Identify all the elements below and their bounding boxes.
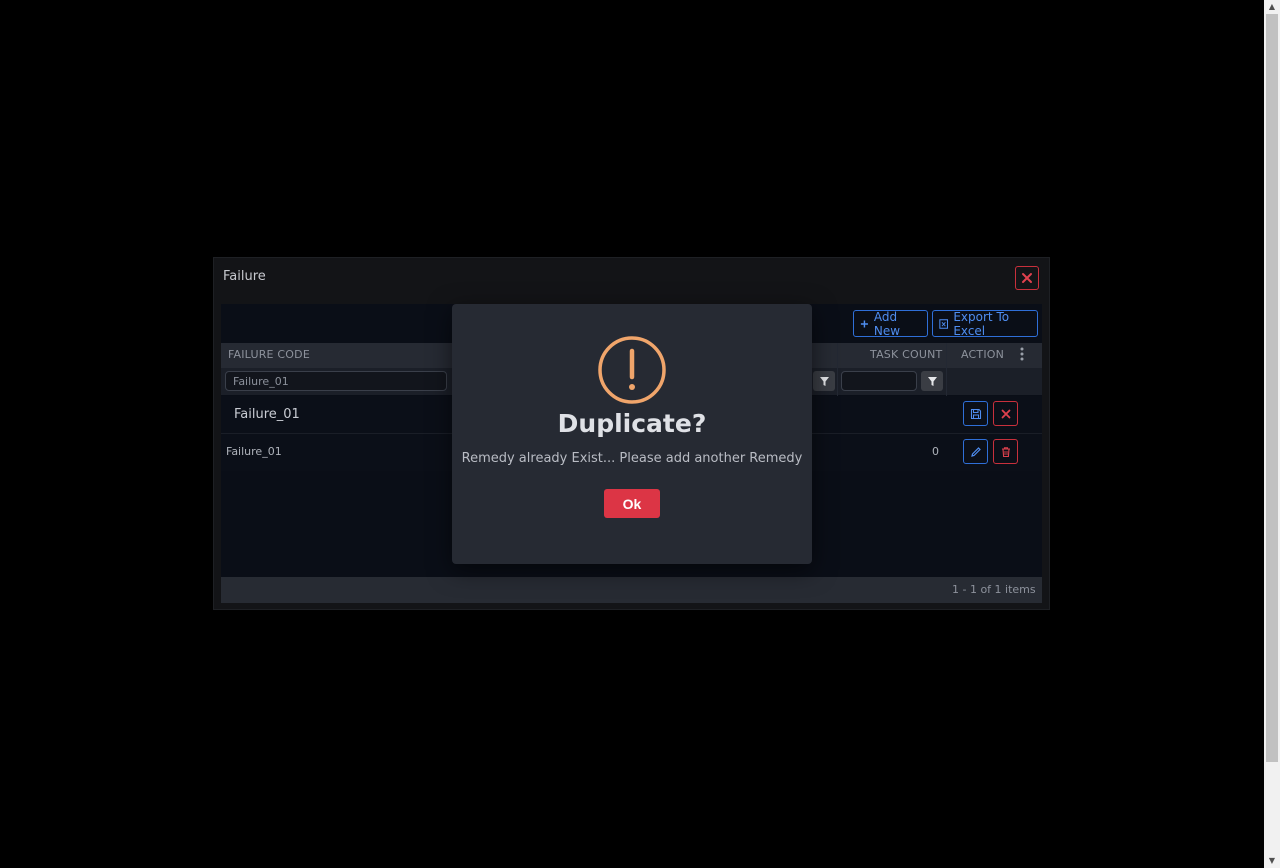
window-title: Failure — [223, 269, 266, 284]
row-failure-code: Failure_01 — [226, 445, 282, 458]
filter-button-description[interactable] — [813, 371, 835, 391]
ok-button[interactable]: Ok — [604, 489, 660, 518]
add-new-label: Add New — [873, 309, 901, 338]
edit-row-failure-code[interactable]: Failure_01 — [234, 407, 300, 422]
save-row-button[interactable] — [963, 401, 988, 426]
plus-icon — [860, 319, 868, 328]
edit-row-button[interactable] — [963, 439, 988, 464]
filter-button-task-count[interactable] — [921, 371, 943, 391]
column-header-task-count[interactable]: TASK COUNT — [870, 348, 942, 361]
dialog-title: Duplicate? — [557, 409, 707, 438]
close-icon — [1022, 273, 1032, 283]
column-menu-button[interactable] — [1016, 346, 1028, 362]
task-count-filter-input[interactable] — [841, 371, 917, 391]
scroll-up-arrow-icon[interactable]: ▲ — [1264, 0, 1280, 14]
save-icon — [970, 408, 981, 419]
exclamation-circle-icon — [598, 336, 666, 404]
dialog-message: Remedy already Exist... Please add anoth… — [461, 451, 803, 466]
pager-info: 1 - 1 of 1 items — [952, 583, 1036, 596]
window-close-button[interactable] — [1015, 266, 1039, 290]
filter-icon — [927, 376, 937, 386]
close-icon — [1001, 409, 1010, 418]
export-to-excel-button[interactable]: Export To Excel — [932, 309, 1038, 338]
failure-code-filter-input[interactable] — [225, 371, 447, 391]
delete-row-button[interactable] — [993, 439, 1018, 464]
export-label: Export To Excel — [953, 309, 1010, 338]
pencil-icon — [970, 446, 981, 457]
column-header-failure-code[interactable]: FAILURE CODE — [228, 348, 310, 361]
filter-icon — [819, 376, 829, 386]
page-scrollbar[interactable]: ▲ ▼ — [1264, 0, 1280, 868]
trash-icon — [1001, 446, 1010, 457]
row-task-count: 0 — [932, 445, 939, 458]
excel-file-icon — [939, 318, 949, 329]
scroll-down-arrow-icon[interactable]: ▼ — [1264, 854, 1280, 868]
column-header-action: ACTION — [961, 348, 1005, 361]
kebab-menu-icon — [1020, 347, 1024, 361]
scrollbar-thumb[interactable] — [1266, 14, 1278, 762]
add-new-button[interactable]: Add New — [853, 309, 928, 338]
cancel-row-button[interactable] — [993, 401, 1018, 426]
grid-footer — [221, 577, 1042, 603]
